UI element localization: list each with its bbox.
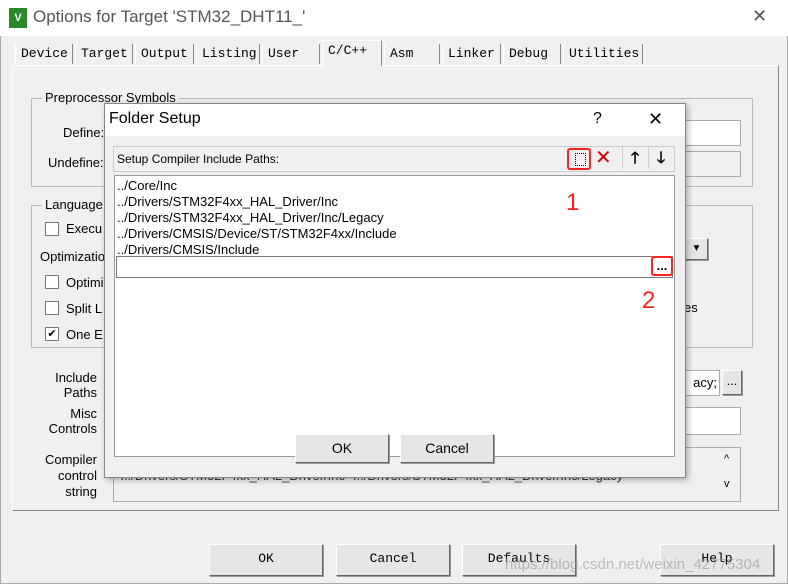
include-label-line: Include (55, 370, 97, 385)
undefine-label: Undefine: (48, 155, 104, 170)
split-checkbox[interactable] (45, 301, 59, 315)
path-item[interactable]: ../Drivers/CMSIS/Device/ST/STM32F4xx/Inc… (117, 226, 397, 242)
keil-logo-icon: V (9, 8, 27, 28)
execute-checkbox[interactable] (45, 222, 59, 236)
window-title: Options for Target 'STM32_DHT11_' (33, 7, 306, 26)
paths-label-line: Paths (63, 385, 97, 400)
misc-controls-label: Misc Controls (40, 406, 97, 436)
tab-linker[interactable]: Linker (442, 44, 501, 64)
delete-icon[interactable]: ✕ (595, 147, 612, 169)
help-icon[interactable]: ? (593, 110, 602, 128)
split-label: Split L (66, 301, 103, 316)
tab-user[interactable]: User (262, 44, 320, 64)
cancel-button[interactable]: Cancel (336, 544, 450, 576)
tab-listing[interactable]: Listing (196, 44, 260, 64)
optimize-checkbox[interactable] (45, 275, 59, 289)
scroll-up-icon[interactable]: ^ (724, 453, 729, 465)
dialog-title: Folder Setup (109, 110, 201, 127)
dialog-close-icon[interactable]: ✕ (648, 109, 663, 130)
one-elf-label: One E (66, 327, 103, 342)
include-browse-button[interactable]: ... (722, 370, 742, 395)
move-down-icon[interactable]: 🡓 (648, 147, 673, 169)
title-bar: V Options for Target 'STM32_DHT11_' ✕ (0, 0, 788, 36)
move-up-icon[interactable]: 🡑 (622, 147, 647, 169)
path-item[interactable]: ../Drivers/STM32F4xx_HAL_Driver/Inc/Lega… (117, 210, 397, 226)
watermark: https://blog.csdn.net/weixin_42775304 (505, 556, 761, 573)
close-icon[interactable]: ✕ (752, 6, 767, 27)
execute-label: Execu (66, 221, 103, 236)
dialog-toolbar: Setup Compiler Include Paths: ✕ 🡑 🡓 (113, 146, 675, 172)
scroll-down-icon[interactable]: v (724, 478, 730, 490)
new-folder-icon[interactable] (567, 148, 591, 170)
controls-label-line: Controls (48, 421, 97, 436)
string-label-line: string (65, 484, 97, 499)
annotation-1: 1 (566, 189, 580, 216)
include-paths-value: acy; (693, 375, 717, 390)
tab-ccccc[interactable]: C/C++ (322, 40, 382, 66)
path-browse-button[interactable]: ... (651, 256, 673, 276)
control-label-line: control (57, 468, 97, 483)
path-edit-field[interactable] (116, 256, 673, 278)
annotation-2: 2 (642, 287, 656, 314)
include-paths-label: Include Paths (40, 370, 97, 400)
toolbar-label: Setup Compiler Include Paths: (117, 152, 280, 166)
path-item[interactable]: ../Core/Inc (117, 178, 397, 194)
define-label: Define: (63, 125, 105, 140)
es-text: es (684, 300, 698, 315)
ok-button[interactable]: OK (209, 544, 323, 576)
tab-asm[interactable]: Asm (384, 44, 440, 64)
misc-label-line: Misc (70, 406, 97, 421)
language-legend: Language (42, 197, 106, 212)
compiler-label-line: Compiler (44, 452, 97, 467)
folder-setup-dialog: Folder Setup ? ✕ Setup Compiler Include … (104, 103, 686, 478)
tab-utilities[interactable]: Utilities (563, 44, 643, 64)
dialog-cancel-button[interactable]: Cancel (400, 434, 494, 463)
optimize-label: Optimi (66, 275, 104, 290)
tab-output[interactable]: Output (135, 44, 194, 64)
dropdown-arrow-icon[interactable]: ▼ (685, 238, 708, 260)
tab-target[interactable]: Target (75, 44, 133, 64)
path-list[interactable]: ../Core/Inc ../Drivers/STM32F4xx_HAL_Driv… (114, 175, 675, 457)
optimization-label: Optimizatio (40, 249, 106, 264)
path-item[interactable]: ../Drivers/STM32F4xx_HAL_Driver/Inc (117, 194, 397, 210)
dialog-ok-button[interactable]: OK (295, 434, 389, 463)
tab-debug[interactable]: Debug (503, 44, 561, 64)
path-items: ../Core/Inc ../Drivers/STM32F4xx_HAL_Driv… (115, 178, 397, 258)
one-elf-checkbox[interactable]: ✔ (45, 327, 59, 341)
tab-device[interactable]: Device (15, 44, 73, 64)
compiler-string-label: Compiler control string (40, 452, 97, 500)
